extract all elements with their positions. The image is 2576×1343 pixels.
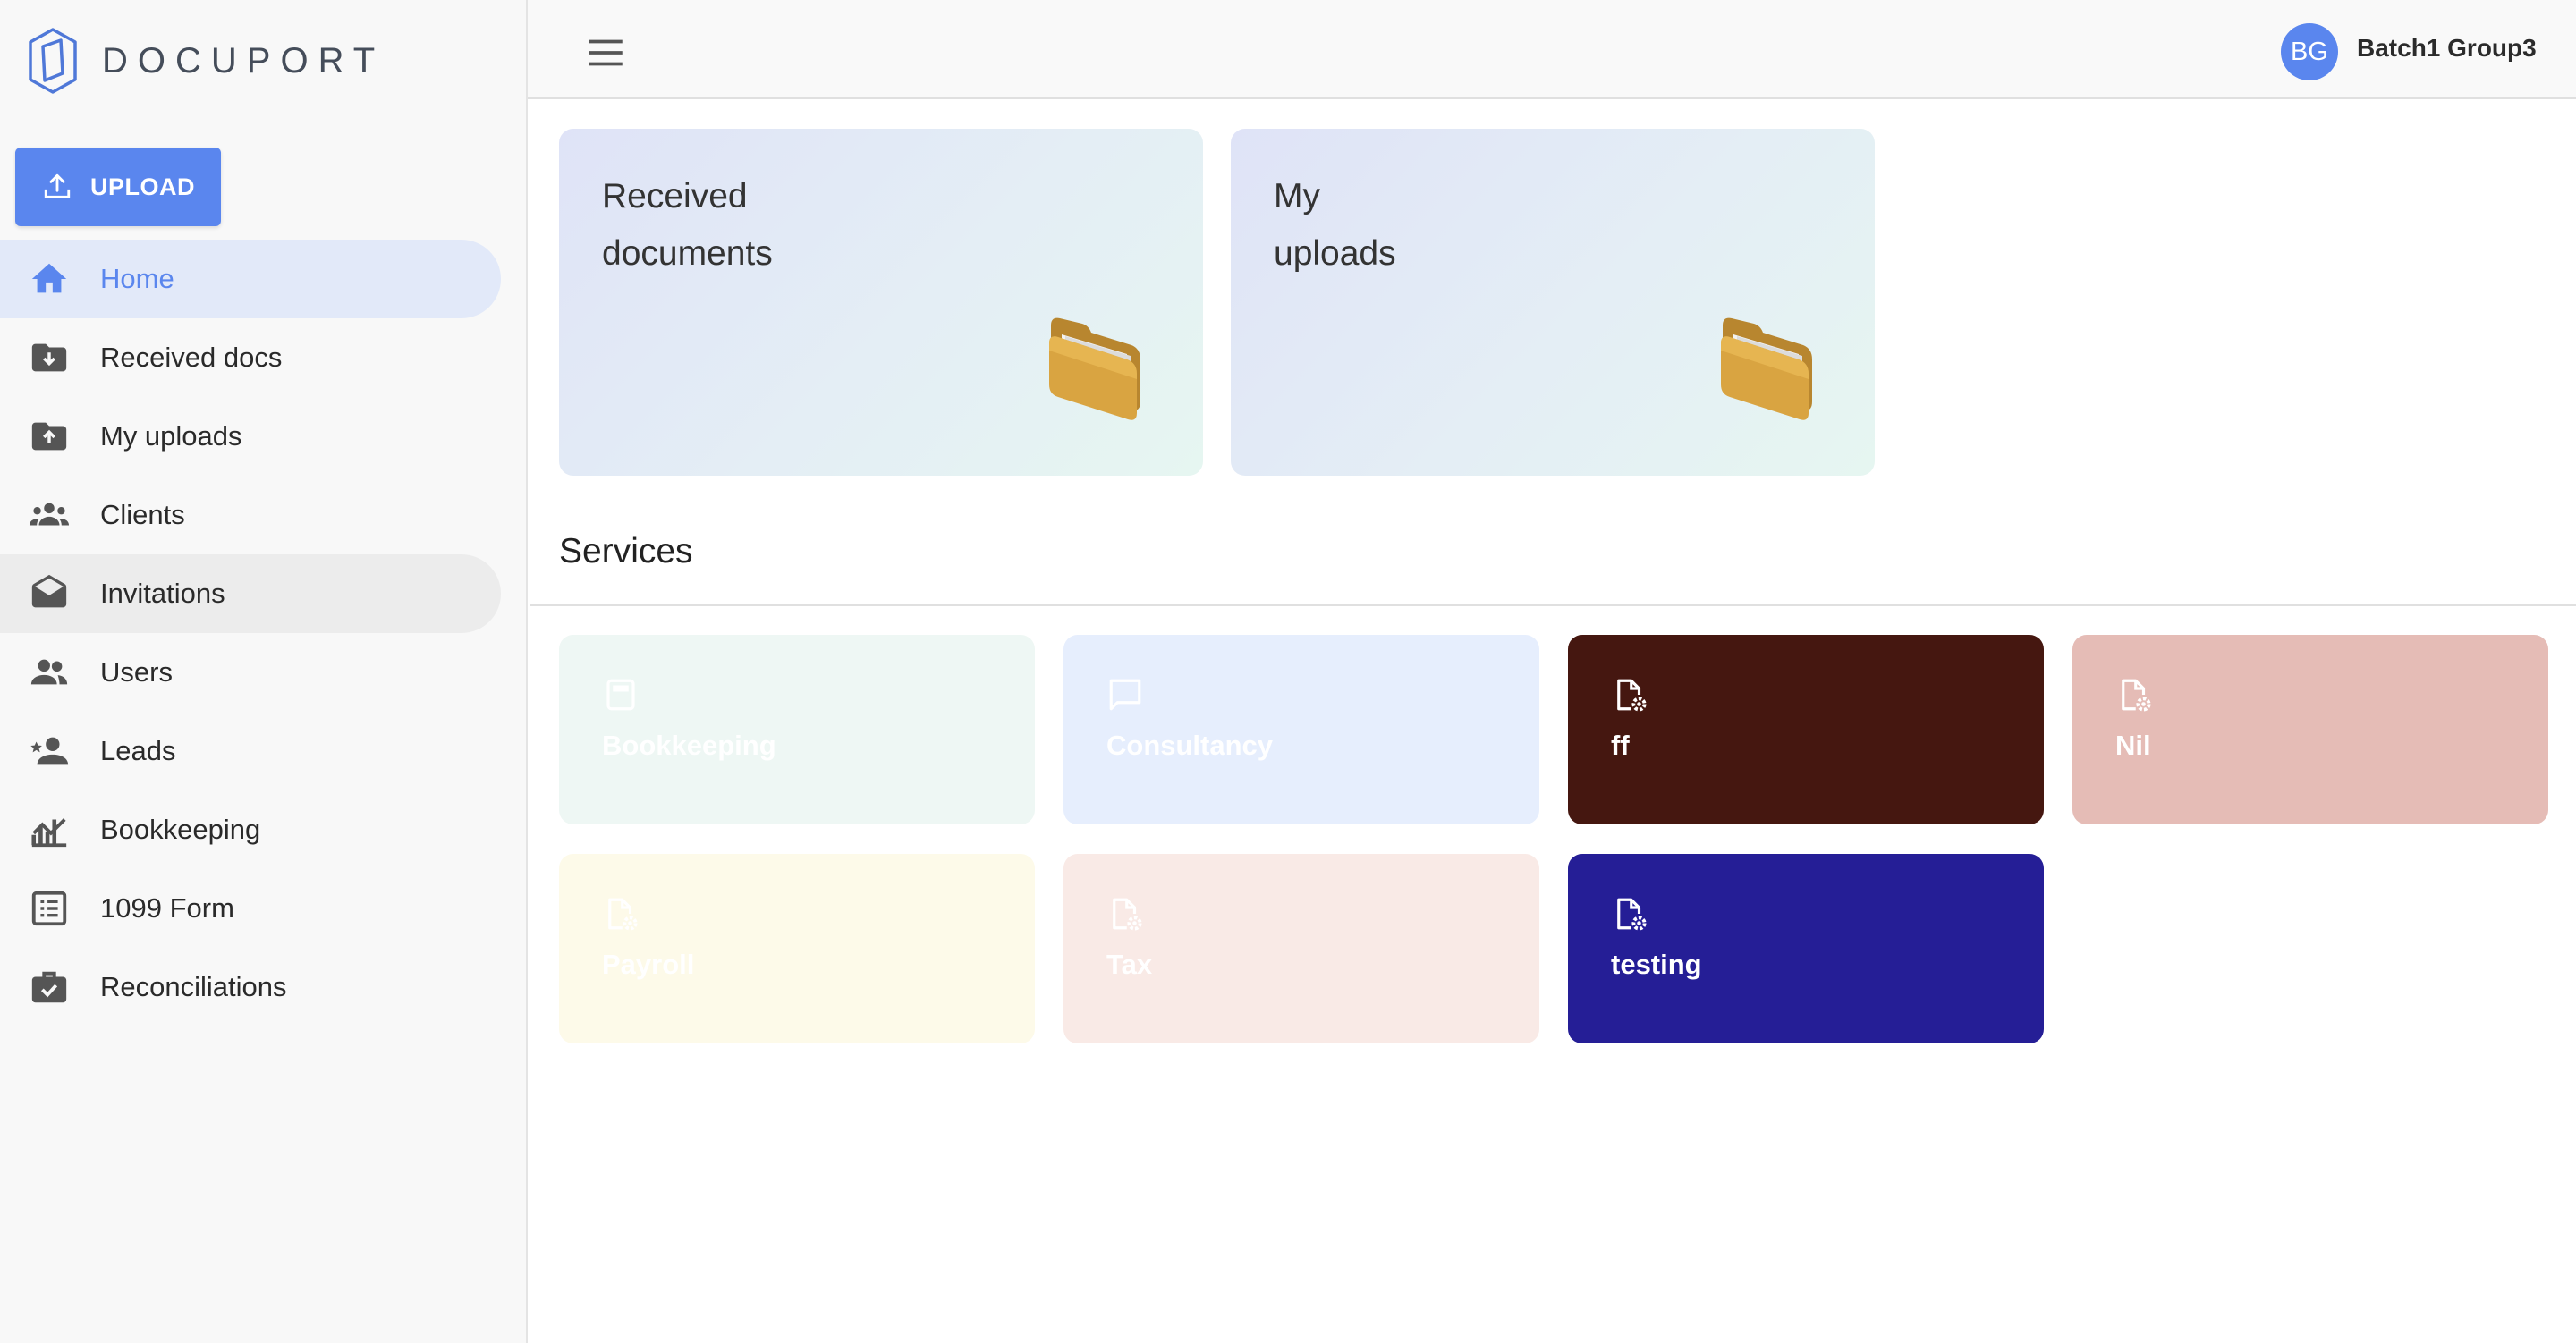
service-card-bookkeeping[interactable]: Bookkeeping xyxy=(559,635,1035,824)
list-form-icon xyxy=(31,891,67,926)
folder-icon xyxy=(1721,317,1812,420)
folder-upload-icon xyxy=(31,422,67,451)
file-gear-icon xyxy=(2122,679,2151,712)
sidebar-item-users[interactable]: Users xyxy=(0,633,501,712)
people-icon xyxy=(30,659,68,685)
chat-bubble-icon xyxy=(1109,679,1141,711)
upload-button[interactable]: UPLOAD xyxy=(15,148,221,226)
folder-icon xyxy=(1049,317,1140,420)
upload-icon xyxy=(44,173,71,198)
briefcase-check-icon xyxy=(31,971,67,1003)
sidebar-item-clients[interactable]: Clients xyxy=(0,476,501,554)
sidebar-item-label: Clients xyxy=(100,499,185,530)
sidebar-item-label: Home xyxy=(100,263,174,294)
sidebar-item-home[interactable]: Home xyxy=(0,240,501,318)
sidebar: DOCUPORT UPLOAD Home Received docs My up… xyxy=(0,0,528,1343)
sidebar-item-1099-form[interactable]: 1099 Form xyxy=(0,869,501,948)
sidebar-item-label: My uploads xyxy=(100,420,242,452)
person-star-icon xyxy=(30,737,69,765)
logo-icon xyxy=(29,28,77,94)
avatar[interactable]: BG xyxy=(2281,23,2338,80)
service-card-consultancy[interactable]: Consultancy xyxy=(1063,635,1539,824)
sidebar-item-invitations[interactable]: Invitations xyxy=(0,554,501,633)
home-icon xyxy=(31,263,67,293)
service-label: Consultancy xyxy=(1106,730,1274,761)
sidebar-nav: Home Received docs My uploads Clients In… xyxy=(0,240,501,1026)
service-card-testing[interactable]: testing xyxy=(1568,854,2044,1043)
service-label: Nil xyxy=(2115,730,2151,761)
sidebar-item-label: Invitations xyxy=(100,578,225,609)
sidebar-item-leads[interactable]: Leads xyxy=(0,712,501,790)
services-title: Services xyxy=(559,532,693,570)
docuport-logo[interactable]: DOCUPORT xyxy=(27,27,385,95)
sidebar-item-label: Reconciliations xyxy=(100,971,287,1002)
logo-text: DOCUPORT xyxy=(102,40,386,80)
service-label: Tax xyxy=(1106,949,1153,980)
sidebar-item-label: 1099 Form xyxy=(100,892,234,924)
file-gear-icon xyxy=(608,898,638,931)
service-card-payroll[interactable]: Payroll xyxy=(559,854,1035,1043)
service-label: ff xyxy=(1611,730,1630,761)
calculator-icon xyxy=(606,679,635,711)
service-label: Payroll xyxy=(602,949,695,980)
sidebar-item-label: Received docs xyxy=(100,342,283,373)
sidebar-item-my-uploads[interactable]: My uploads xyxy=(0,397,501,476)
sidebar-item-bookkeeping[interactable]: Bookkeeping xyxy=(0,790,501,869)
service-label: Bookkeeping xyxy=(602,730,776,761)
user-name[interactable]: Batch1 Group3 xyxy=(2357,34,2537,63)
my-uploads-card[interactable]: My uploads xyxy=(1231,129,1875,476)
card-title-line2: documents xyxy=(602,234,773,273)
card-title: Received documents xyxy=(602,168,835,283)
card-title: My uploads xyxy=(1274,168,1506,283)
service-card-nil[interactable]: Nil xyxy=(2072,635,2548,824)
service-label: testing xyxy=(1611,949,1702,980)
top-header: BG Batch1 Group3 xyxy=(528,0,2576,99)
folder-download-icon xyxy=(31,343,67,372)
sidebar-item-label: Leads xyxy=(100,735,176,766)
service-card-ff[interactable]: ff xyxy=(1568,635,2044,824)
sidebar-item-reconciliations[interactable]: Reconciliations xyxy=(0,948,501,1026)
card-title-line1: Received xyxy=(602,177,748,215)
card-title-line1: My xyxy=(1274,177,1320,215)
file-gear-icon xyxy=(1113,898,1142,931)
envelope-open-icon xyxy=(31,574,67,608)
divider xyxy=(530,604,2576,606)
sidebar-item-received-docs[interactable]: Received docs xyxy=(0,318,501,397)
file-gear-icon xyxy=(1617,898,1647,931)
chart-icon xyxy=(31,818,67,848)
received-documents-card[interactable]: Received documents xyxy=(559,129,1203,476)
sidebar-item-label: Bookkeeping xyxy=(100,814,261,845)
upload-label: UPLOAD xyxy=(90,173,195,200)
file-gear-icon xyxy=(1617,679,1647,712)
service-card-tax[interactable]: Tax xyxy=(1063,854,1539,1043)
sidebar-item-label: Users xyxy=(100,656,173,688)
card-title-line2: uploads xyxy=(1274,234,1396,273)
groups-icon xyxy=(29,503,70,526)
menu-icon[interactable] xyxy=(583,30,628,75)
